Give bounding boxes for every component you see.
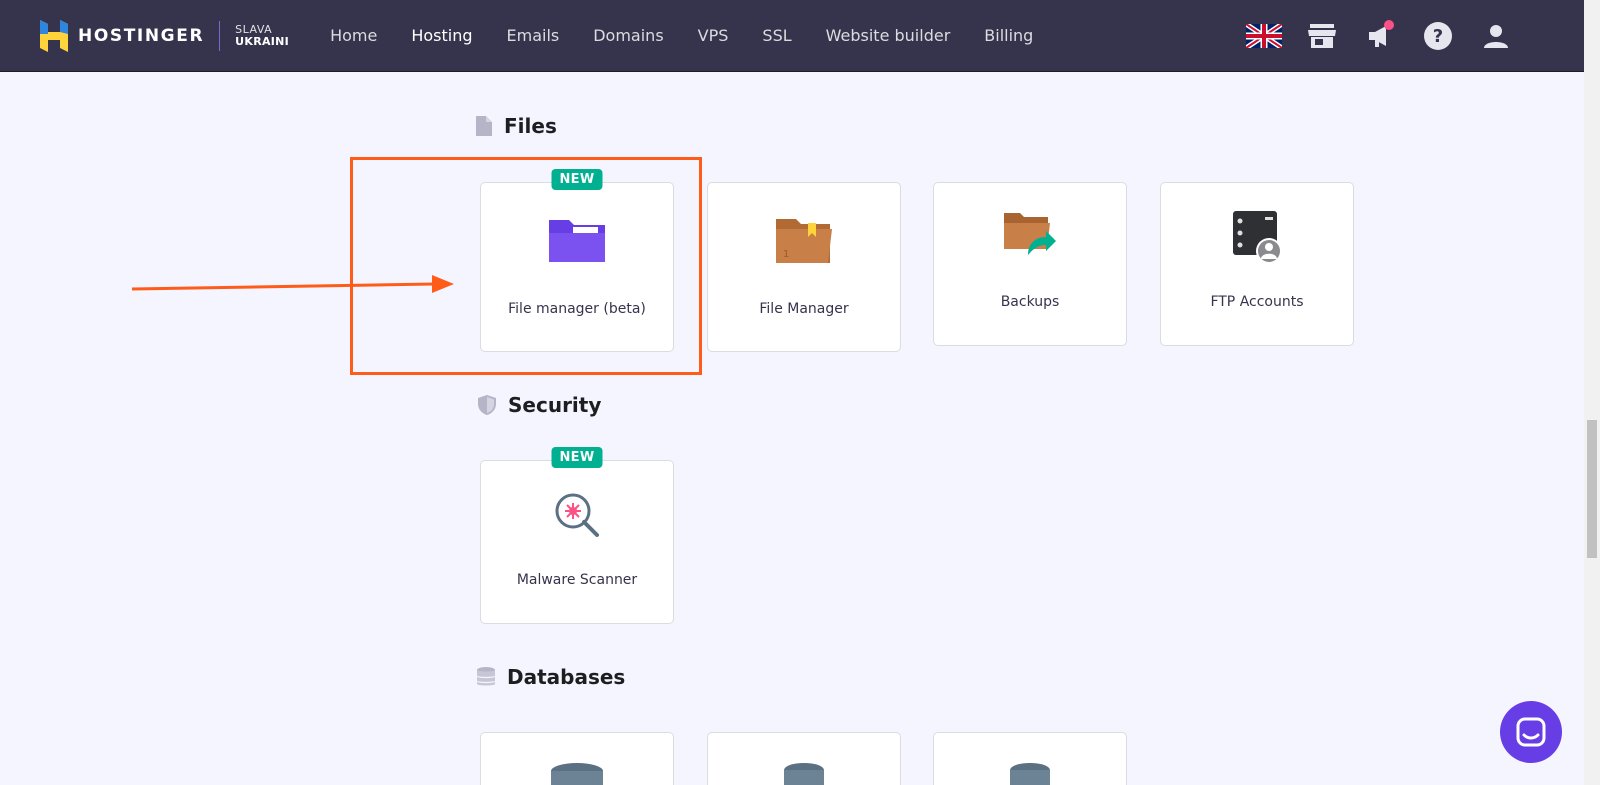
database-icon bbox=[551, 763, 603, 785]
nav-billing[interactable]: Billing bbox=[984, 26, 1033, 45]
scrollbar-thumb[interactable] bbox=[1587, 420, 1597, 558]
card-database-1[interactable] bbox=[480, 732, 674, 785]
section-title-security: Security bbox=[478, 393, 601, 417]
megaphone-icon[interactable] bbox=[1362, 18, 1398, 54]
brown-folder-icon: 1 bbox=[776, 219, 832, 263]
card-label: Backups bbox=[1000, 294, 1060, 310]
nav-vps[interactable]: VPS bbox=[698, 26, 729, 45]
chat-icon bbox=[1516, 717, 1546, 747]
svg-text:1: 1 bbox=[783, 249, 789, 260]
card-database-3[interactable] bbox=[933, 732, 1127, 785]
section-databases-label: Databases bbox=[507, 665, 626, 689]
database-icon bbox=[784, 763, 824, 785]
nav-emails[interactable]: Emails bbox=[507, 26, 560, 45]
store-icon[interactable] bbox=[1304, 18, 1340, 54]
nav-website-builder[interactable]: Website builder bbox=[826, 26, 951, 45]
section-security-label: Security bbox=[508, 393, 602, 417]
new-badge: NEW bbox=[551, 447, 603, 468]
card-file-manager[interactable]: 1 File Manager bbox=[707, 182, 901, 352]
nav-domains[interactable]: Domains bbox=[593, 26, 663, 45]
card-label: Malware Scanner bbox=[516, 572, 638, 588]
database-icon bbox=[477, 667, 495, 686]
card-database-2[interactable] bbox=[707, 732, 901, 785]
user-icon[interactable] bbox=[1478, 18, 1514, 54]
section-title-files: Files bbox=[476, 114, 557, 138]
page-scrollbar[interactable] bbox=[1584, 0, 1600, 785]
backup-folder-icon bbox=[1004, 213, 1056, 255]
card-malware-scanner[interactable]: NEW Malware Scanner bbox=[480, 447, 674, 624]
file-icon bbox=[476, 116, 492, 136]
card-ftp-accounts[interactable]: FTP Accounts bbox=[1160, 182, 1354, 346]
uk-flag-icon[interactable] bbox=[1246, 18, 1282, 54]
ftp-server-icon bbox=[1233, 211, 1282, 264]
section-files-label: Files bbox=[504, 114, 557, 138]
header-actions: ? bbox=[1224, 18, 1514, 54]
shield-icon bbox=[478, 395, 496, 415]
help-icon[interactable]: ? bbox=[1420, 18, 1456, 54]
section-title-databases: Databases bbox=[477, 665, 625, 689]
database-icon bbox=[1010, 763, 1050, 785]
card-label: File Manager bbox=[759, 301, 849, 317]
svg-text:?: ? bbox=[1433, 26, 1443, 47]
card-label: FTP Accounts bbox=[1210, 294, 1304, 310]
annotation-arrow-icon bbox=[131, 275, 454, 293]
magnifier-bug-icon bbox=[555, 493, 599, 537]
notification-dot bbox=[1384, 20, 1394, 30]
nav-ssl[interactable]: SSL bbox=[762, 26, 791, 45]
card-backups[interactable]: Backups bbox=[933, 182, 1127, 346]
chat-launcher-button[interactable] bbox=[1500, 701, 1562, 763]
